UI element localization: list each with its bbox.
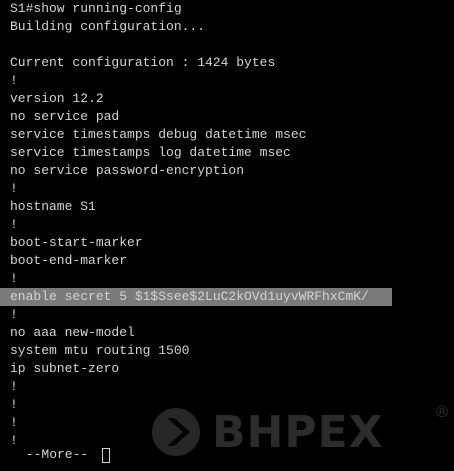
selected-terminal-line[interactable]: enable secret 5 $1$Ssee$2LuC2kOVd1uyvWRF… — [0, 288, 392, 306]
terminal-line: no aaa new-model — [10, 325, 135, 340]
terminal-line: ! — [10, 271, 18, 286]
terminal-line: ! — [10, 73, 18, 88]
terminal-line: service timestamps debug datetime msec — [10, 127, 307, 142]
terminal-line: Building configuration... — [10, 19, 206, 34]
watermark-text: BHPEX — [212, 406, 384, 458]
terminal-line: Current configuration : 1424 bytes — [10, 55, 276, 70]
terminal-line: ! — [10, 307, 18, 322]
more-prompt-line[interactable]: --More-- — [18, 446, 111, 464]
terminal-line: service timestamps log datetime msec — [10, 145, 291, 160]
watermark: BHPEX ® — [150, 402, 454, 462]
more-prompt: --More-- — [18, 447, 97, 462]
terminal-line: no service pad — [10, 109, 120, 124]
terminal-line: system mtu routing 1500 — [10, 343, 190, 358]
terminal-window[interactable]: S1#show running-config Building configur… — [0, 0, 454, 471]
terminal-line: ! — [10, 379, 18, 394]
registered-mark: ® — [434, 402, 450, 421]
terminal-line: boot-end-marker — [10, 253, 128, 268]
terminal-line: ! — [10, 181, 18, 196]
terminal-line: boot-start-marker — [10, 235, 143, 250]
terminal-line: hostname S1 — [10, 199, 96, 214]
terminal-output: S1#show running-config Building configur… — [0, 0, 450, 450]
terminal-line: S1#show running-config — [10, 1, 182, 16]
chevron-logo-icon — [152, 408, 200, 456]
terminal-line: ip subnet-zero — [10, 361, 120, 376]
terminal-line: no service password-encryption — [10, 163, 245, 178]
terminal-line: version 12.2 — [10, 91, 104, 106]
terminal-line: ! — [10, 217, 18, 232]
cursor-block — [102, 447, 111, 463]
